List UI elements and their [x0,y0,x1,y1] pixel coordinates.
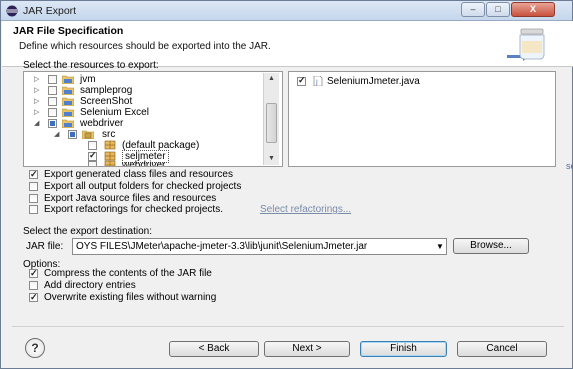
java-file-icon: J [313,76,323,86]
scroll-down-icon[interactable]: ▼ [264,153,279,165]
expand-icon[interactable]: ▷ [34,96,39,107]
scroll-thumb[interactable] [266,103,277,143]
scroll-up-icon[interactable]: ▲ [264,73,279,85]
tree-item-selenium-excel[interactable]: ▷ Selenium Excel [24,107,264,118]
tree-item-webdriver-project[interactable]: ◢ webdriver [24,118,264,129]
tree-checkbox[interactable] [48,75,57,84]
resource-tree[interactable]: ▷ jvm ▷ sampleprog ▷ ScreenShot ▷ Seleni… [23,71,283,167]
jar-wizard-icon [507,28,545,61]
checkbox[interactable] [29,168,38,180]
expand-icon[interactable]: ▷ [34,107,39,118]
tree-checkbox[interactable] [48,119,57,128]
tree-checkbox[interactable] [48,97,57,106]
package-icon [104,160,116,166]
collapse-icon[interactable]: ◢ [54,129,59,140]
collapse-icon[interactable]: ◢ [34,118,39,129]
next-button[interactable]: Next > [264,341,350,357]
select-refactorings-link[interactable]: Select refactorings... [260,204,351,216]
file-item[interactable]: J SeleniumJmeter.java [295,75,495,87]
help-icon[interactable]: ? [25,338,45,358]
dropdown-arrow-icon[interactable]: ▼ [433,238,447,255]
svg-text:J: J [315,79,318,86]
option-export-refactorings[interactable]: Export refactorings for checked projects… [29,204,389,216]
back-button[interactable]: < Back [169,341,259,357]
checkbox[interactable] [29,281,38,290]
destination-label: Select the export destination: [23,226,152,237]
file-checkbox[interactable] [297,75,306,86]
cancel-button[interactable]: Cancel [457,341,547,357]
tree-checkbox[interactable] [48,108,57,117]
checkbox[interactable] [29,205,38,214]
tree-checkbox[interactable] [88,161,97,166]
package-icon [104,140,116,150]
source-folder-icon [82,130,94,139]
resources-label: Select the resources to export: [23,60,159,71]
checkbox[interactable] [29,182,38,191]
close-button[interactable]: X [511,2,555,17]
project-icon [62,75,74,84]
tree-item-webdriver-package[interactable]: webdriver [24,160,264,166]
tree-checkbox[interactable] [88,141,97,150]
project-icon [62,97,74,106]
file-list[interactable]: J SeleniumJmeter.java [288,71,556,167]
tree-scrollbar[interactable]: ▲ ▼ [263,73,279,165]
minimize-button[interactable]: – [461,2,485,17]
tree-item-sampleprog[interactable]: ▷ sampleprog [24,85,264,96]
title-bar[interactable]: JAR Export – □ X [1,1,572,21]
button-bar-separator [12,326,564,327]
page-title: JAR File Specification [13,25,124,37]
jar-file-input[interactable]: OYS FILES\JMeter\apache-jmeter-3.3\lib\j… [72,238,447,255]
expand-icon[interactable]: ▷ [34,85,39,96]
background-window-edge-text: se [566,161,573,171]
checkbox[interactable] [29,194,38,203]
jar-file-label: JAR file: [26,241,64,252]
checkbox[interactable] [29,267,38,279]
project-icon [62,119,74,128]
tree-item-jvm[interactable]: ▷ jvm [24,74,264,85]
maximize-button[interactable]: □ [486,2,510,17]
tree-checkbox[interactable] [68,130,77,139]
project-icon [62,108,74,117]
project-icon [62,86,74,95]
page-description: Define which resources should be exporte… [19,41,271,52]
tree-checkbox[interactable] [48,86,57,95]
tree-item-src[interactable]: ◢ src [24,129,264,140]
browse-button[interactable]: Browse... [453,238,529,254]
eclipse-icon [6,5,18,17]
finish-button[interactable]: Finish [360,341,447,357]
checkbox[interactable] [29,291,38,303]
tree-item-screenshot[interactable]: ▷ ScreenShot [24,96,264,107]
jar-export-dialog: JAR Export – □ X JAR File Specification … [0,0,573,369]
window-title: JAR Export [23,5,77,17]
expand-icon[interactable]: ▷ [34,74,39,85]
